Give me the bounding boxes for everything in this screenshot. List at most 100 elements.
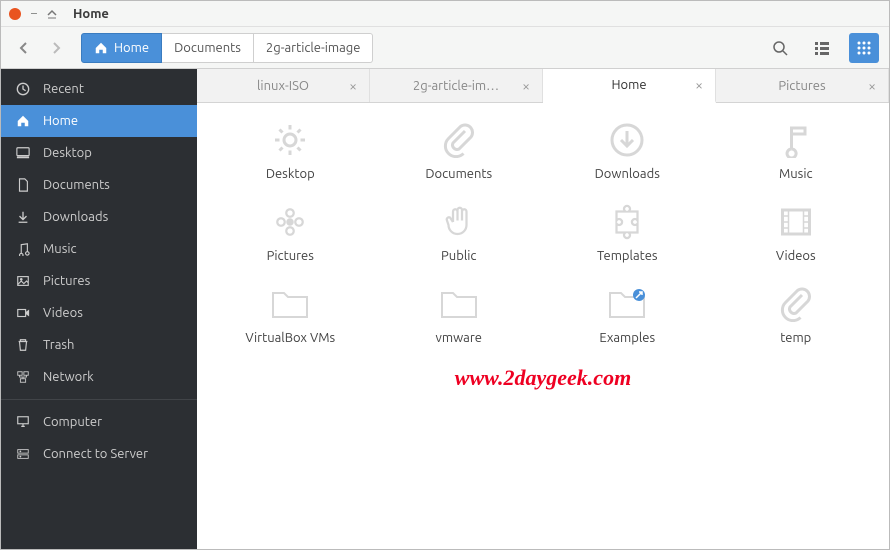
sidebar-item-network[interactable]: Network [1, 361, 197, 393]
sidebar-item-recent[interactable]: Recent [1, 73, 197, 105]
folder-documents[interactable]: Documents [380, 119, 539, 181]
folder-icon [435, 283, 483, 325]
tab-label: linux-ISO [257, 79, 309, 93]
sidebar-item-label: Downloads [43, 210, 108, 224]
flower-icon [266, 201, 314, 243]
close-icon[interactable] [9, 8, 21, 20]
close-icon[interactable]: × [695, 77, 703, 93]
folder-label: Examples [599, 331, 655, 345]
path-segment-0[interactable]: Home [81, 33, 162, 63]
sidebar-item-downloads[interactable]: Downloads [1, 201, 197, 233]
folder-virtualbox-vms[interactable]: VirtualBox VMs [211, 283, 370, 345]
videos-icon [15, 306, 31, 320]
folder-public[interactable]: Public [380, 201, 539, 263]
path-label: Documents [174, 41, 241, 55]
icon-grid: www.2daygeek.com Desktop Documents Downloa… [197, 103, 889, 549]
home-icon [94, 41, 108, 55]
folder-label: Documents [425, 167, 492, 181]
sidebar-item-videos[interactable]: Videos [1, 297, 197, 329]
folder-temp[interactable]: temp [717, 283, 876, 345]
minimize-icon[interactable]: – [31, 7, 37, 20]
close-icon[interactable]: × [868, 78, 876, 94]
note-icon [772, 119, 820, 161]
sidebar-item-label: Connect to Server [43, 447, 148, 461]
music-icon [15, 242, 31, 256]
trash-icon [15, 338, 31, 352]
folder-desktop[interactable]: Desktop [211, 119, 370, 181]
file-manager-window: – Home HomeDocuments2g-article-image R [0, 0, 890, 550]
titlebar: – Home [1, 1, 889, 27]
tab-1[interactable]: 2g-article-im… × [370, 69, 543, 102]
folder-label: vmware [436, 331, 482, 345]
sidebar-item-label: Home [43, 114, 78, 128]
folder-label: Music [779, 167, 813, 181]
forward-button[interactable] [43, 35, 69, 61]
path-bar: Home Documents 2g-article-image [81, 33, 373, 63]
tab-3[interactable]: Pictures × [716, 69, 889, 102]
sidebar-item-computer[interactable]: Computer [1, 406, 197, 438]
tab-bar: linux-ISO × 2g-article-im… × Home × Pictures × [197, 69, 889, 103]
maximize-icon[interactable] [47, 9, 57, 19]
folder-label: VirtualBox VMs [245, 331, 335, 345]
list-view-icon[interactable] [807, 33, 837, 63]
sidebar-item-pictures[interactable]: Pictures [1, 265, 197, 297]
sidebar-item-label: Pictures [43, 274, 90, 288]
sidebar: Recent Home Desktop Documents Downloads Music… [1, 69, 197, 549]
sidebar-item-label: Computer [43, 415, 102, 429]
close-icon[interactable]: × [349, 78, 357, 94]
down-icon [603, 119, 651, 161]
sidebar-item-connect-to-server[interactable]: Connect to Server [1, 438, 197, 470]
back-button[interactable] [11, 35, 37, 61]
sidebar-item-label: Music [43, 242, 77, 256]
tab-2[interactable]: Home × [543, 69, 716, 103]
clip-icon [435, 119, 483, 161]
body: Recent Home Desktop Documents Downloads Music… [1, 69, 889, 549]
sidebar-item-trash[interactable]: Trash [1, 329, 197, 361]
server-icon [15, 447, 31, 461]
grid-view-icon[interactable] [849, 33, 879, 63]
folder-label: Downloads [595, 167, 660, 181]
path-label: 2g-article-image [266, 41, 361, 55]
sidebar-item-label: Desktop [43, 146, 92, 160]
tab-0[interactable]: linux-ISO × [197, 69, 370, 102]
folder-label: Desktop [266, 167, 315, 181]
tab-label: Home [611, 78, 646, 92]
sidebar-item-desktop[interactable]: Desktop [1, 137, 197, 169]
sidebar-item-label: Trash [43, 338, 74, 352]
folder-templates[interactable]: Templates [548, 201, 707, 263]
pictures-icon [15, 274, 31, 288]
sidebar-item-label: Videos [43, 306, 83, 320]
toolbar: Home Documents 2g-article-image [1, 27, 889, 69]
folder-label: Pictures [267, 249, 314, 263]
downloads-icon [15, 210, 31, 224]
tab-label: 2g-article-im… [413, 79, 499, 93]
sidebar-item-label: Recent [43, 82, 84, 96]
path-segment-1[interactable]: Documents [162, 33, 254, 63]
content-area: linux-ISO×2g-article-im…×Home×Pictures× … [197, 69, 889, 549]
path-segment-2[interactable]: 2g-article-image [254, 33, 374, 63]
home-icon [15, 114, 31, 128]
folder-examples[interactable]: Examples [548, 283, 707, 345]
folder-label: Public [441, 249, 476, 263]
folder-vmware[interactable]: vmware [380, 283, 539, 345]
clock-icon [15, 82, 31, 96]
sidebar-item-music[interactable]: Music [1, 233, 197, 265]
folder-videos[interactable]: Videos [717, 201, 876, 263]
folder-pictures[interactable]: Pictures [211, 201, 370, 263]
tab-label: Pictures [778, 79, 825, 93]
sidebar-item-documents[interactable]: Documents [1, 169, 197, 201]
documents-icon [15, 178, 31, 192]
close-icon[interactable]: × [522, 78, 530, 94]
watermark-text: www.2daygeek.com [455, 365, 631, 391]
film-icon [772, 201, 820, 243]
link-icon [603, 283, 651, 325]
sidebar-separator [1, 399, 197, 400]
sidebar-item-home[interactable]: Home [1, 105, 197, 137]
clip-icon [772, 283, 820, 325]
folder-music[interactable]: Music [717, 119, 876, 181]
window-title: Home [73, 7, 109, 21]
computer-icon [15, 415, 31, 429]
folder-downloads[interactable]: Downloads [548, 119, 707, 181]
search-icon[interactable] [765, 33, 795, 63]
gear-icon [266, 119, 314, 161]
